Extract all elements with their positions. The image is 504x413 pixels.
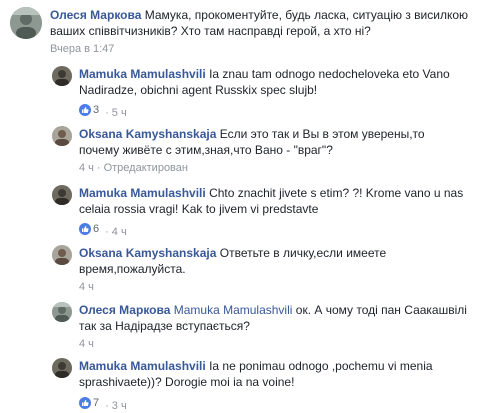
comment-line: Chto znachit jivete s etim? ?! Krome van…	[209, 186, 464, 200]
comment-author[interactable]: Олеся Маркова	[79, 303, 170, 317]
mention-link[interactable]: Mamuka Mamulashvili	[174, 303, 293, 317]
reaction-count[interactable]: 3	[79, 103, 99, 117]
comment-line: sprashivaete))? Dorogie moi ia na voine!	[79, 375, 295, 389]
avatar[interactable]	[52, 358, 72, 378]
reaction-number: 7	[93, 397, 100, 409]
reaction-number: 6	[93, 223, 100, 235]
comment-author[interactable]: Oksana Kamyshanskaja	[79, 246, 216, 260]
comment-author[interactable]: Oksana Kamyshanskaja	[79, 127, 216, 141]
comment-line: Ответьте в личку,если имеете	[219, 246, 387, 260]
avatar[interactable]	[52, 245, 72, 265]
comment-item: Олеся Маркова Мамука, прокоментуйте, буд…	[10, 7, 500, 55]
edited-label: Отредактирован	[103, 162, 188, 174]
comment-line: Если это так и Вы в этом уверены,то	[219, 127, 425, 141]
reaction-count[interactable]: 6	[79, 222, 99, 236]
comment-timestamp[interactable]: Вчера в 1:47	[50, 43, 114, 55]
comment-text: Oksana Kamyshanskaja Если это так и Вы в…	[79, 126, 499, 158]
comment-timestamp[interactable]: 4 ч	[79, 162, 94, 174]
comment-line: почему живёте с этим,зная,что Вано - "вр…	[79, 143, 333, 157]
comment-line: ок. А чому тоді пан Саакашвілі	[295, 303, 467, 317]
avatar[interactable]	[52, 302, 72, 322]
comment-author[interactable]: Mamuka Mamulashvili	[79, 186, 206, 200]
comment-timestamp[interactable]: 5 ч	[112, 107, 127, 119]
comment-text: Mamuka Mamulashvili Ia ne ponimau odnogo…	[79, 358, 499, 390]
comment-line: время,пожалуйста.	[79, 262, 186, 276]
comment-line: Nadiradze, obichni agent Russkix spec sl…	[79, 83, 318, 97]
comment-item: Mamuka Mamulashvili Chto znachit jivete …	[52, 185, 502, 241]
avatar[interactable]	[52, 126, 72, 146]
comment-timestamp[interactable]: 4 ч	[112, 226, 127, 238]
comment-line: так за Надірадзе вступається?	[79, 319, 250, 333]
comment-line: Мамука, прокоментуйте, будь ласка, ситуа…	[144, 8, 469, 22]
comment-timestamp[interactable]: 3 ч	[112, 400, 127, 412]
comment-line: ваших співвітчизників? Хто там насправді…	[50, 24, 371, 38]
comment-line: Ia ne ponimau odnogo ,pochemu vi menia	[209, 359, 433, 373]
comment-text: Mamuka Mamulashvili Ia znau tam odnogo n…	[79, 66, 499, 98]
comment-timestamp[interactable]: 4 ч	[79, 281, 94, 293]
reaction-count[interactable]: 7	[79, 396, 99, 410]
comment-text: Олеся Маркова Mamuka Mamulashvili ок. А …	[79, 302, 499, 334]
comment-author[interactable]: Mamuka Mamulashvili	[79, 359, 206, 373]
avatar[interactable]	[52, 185, 72, 205]
avatar[interactable]	[10, 7, 42, 39]
like-icon	[79, 223, 91, 235]
comment-timestamp[interactable]: 4 ч	[79, 338, 94, 350]
comment-item: Oksana Kamyshanskaja Ответьте в личку,ес…	[52, 245, 502, 295]
comment-item: Mamuka Mamulashvili Ia znau tam odnogo n…	[52, 66, 502, 122]
comment-line: celaia rossia vragi! Kak to jivem vi pre…	[79, 202, 319, 216]
like-icon	[79, 104, 91, 116]
comment-text: Oksana Kamyshanskaja Ответьте в личку,ес…	[79, 245, 499, 277]
comment-text: Mamuka Mamulashvili Chto znachit jivete …	[79, 185, 499, 217]
comment-item: Oksana Kamyshanskaja Если это так и Вы в…	[52, 126, 502, 178]
like-icon	[79, 397, 91, 409]
comment-author[interactable]: Олеся Маркова	[50, 8, 141, 22]
reaction-number: 3	[93, 104, 100, 116]
comment-text: Олеся Маркова Мамука, прокоментуйте, буд…	[50, 7, 500, 39]
comment-author[interactable]: Mamuka Mamulashvili	[79, 67, 206, 81]
comment-item: Mamuka Mamulashvili Ia ne ponimau odnogo…	[52, 358, 502, 412]
comment-item: Олеся Маркова Mamuka Mamulashvili ок. А …	[52, 302, 502, 352]
comment-line: Ia znau tam odnogo nedocheloveka eto Van…	[209, 67, 450, 81]
avatar[interactable]	[52, 66, 72, 86]
